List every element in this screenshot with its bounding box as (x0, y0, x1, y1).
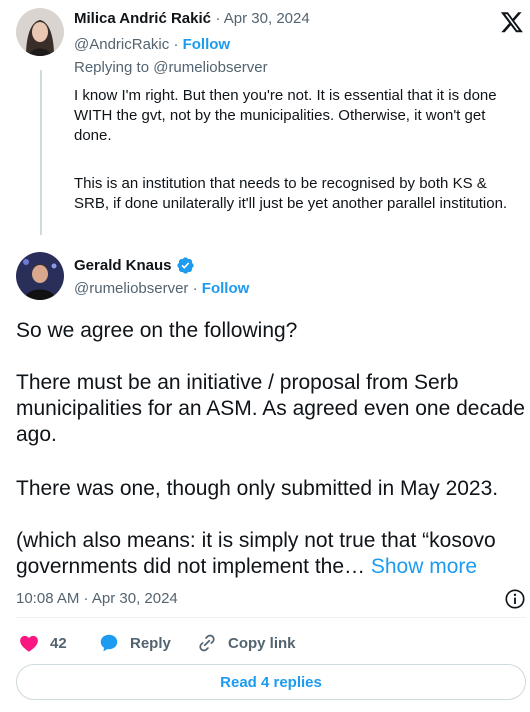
follow-button[interactable]: Follow (202, 280, 250, 297)
reply-tweet-handle-row: @AndricRakic · Follow (74, 36, 231, 53)
verified-badge-icon (176, 256, 195, 275)
avatar[interactable] (16, 252, 64, 300)
reply-label: Reply (130, 634, 171, 652)
main-tweet-text-1: So we agree on the following? (16, 319, 298, 342)
follow-button[interactable]: Follow (183, 36, 231, 53)
replying-to[interactable]: Replying to @rumeliobserver (74, 59, 268, 76)
main-tweet-text-2: There must be an initiative / proposal f… (16, 371, 525, 446)
like-count: 42 (50, 634, 67, 652)
main-tweet-header: Gerald Knaus (74, 256, 195, 275)
tweet-date[interactable]: Apr 30, 2024 (224, 10, 310, 27)
like-button[interactable]: 42 (18, 632, 67, 654)
author-handle[interactable]: @AndricRakic (74, 36, 169, 53)
main-tweet-text-4: (which also means: it is simply not true… (16, 528, 526, 580)
read-replies-label: Read 4 replies (220, 673, 322, 691)
reply-tweet-header: Milica Andrić Rakić · Apr 30, 2024 (74, 10, 310, 27)
avatar[interactable] (16, 8, 64, 56)
info-icon[interactable] (504, 588, 526, 610)
reply-bubble-icon (98, 632, 120, 654)
show-more-link[interactable]: Show more (371, 555, 477, 578)
author-name[interactable]: Milica Andrić Rakić (74, 10, 211, 27)
author-handle[interactable]: @rumeliobserver (74, 280, 188, 297)
tweet-timestamp[interactable]: 10:08 AM · Apr 30, 2024 (16, 590, 178, 607)
read-replies-button[interactable]: Read 4 replies (16, 664, 526, 700)
link-icon (196, 632, 218, 654)
x-logo-icon[interactable] (500, 10, 524, 34)
divider (16, 617, 526, 618)
copy-link-label: Copy link (228, 634, 296, 652)
main-tweet-text-3: There was one, though only submitted in … (16, 477, 499, 500)
reply-tweet-text-2: This is an institution that needs to be … (74, 175, 508, 212)
copy-link-button[interactable]: Copy link (196, 632, 296, 654)
reply-tweet-text-1: I know I'm right. But then you're not. I… (74, 87, 497, 144)
heart-icon (18, 632, 40, 654)
author-name[interactable]: Gerald Knaus (74, 257, 172, 274)
reply-button[interactable]: Reply (98, 632, 171, 654)
thread-connector (40, 70, 42, 235)
main-tweet-handle-row: @rumeliobserver · Follow (74, 280, 250, 297)
